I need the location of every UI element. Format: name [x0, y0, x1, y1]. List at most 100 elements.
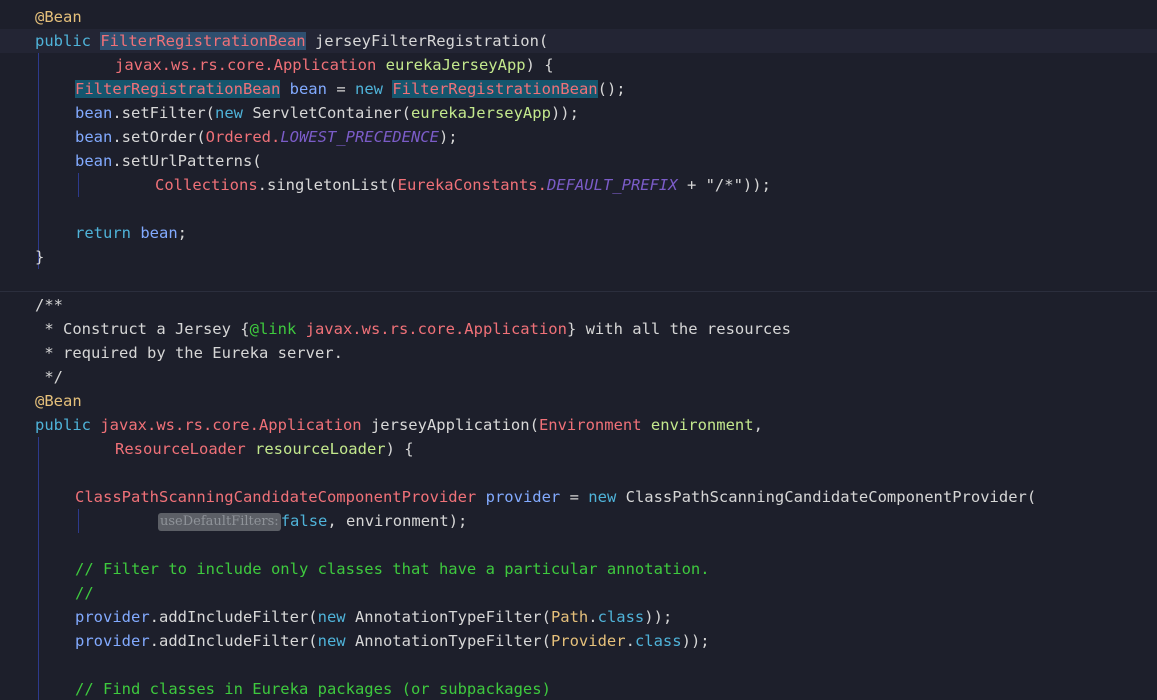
keyword: class: [634, 632, 682, 650]
code-text: Collections.singletonList(EurekaConstant…: [155, 173, 771, 197]
code-text: @Bean: [35, 5, 82, 29]
doc-comment: * Construct a Jersey {: [35, 320, 250, 338]
code-line[interactable]: @Bean: [0, 5, 1157, 29]
type-name: javax.ws.rs.core.Application: [115, 56, 377, 74]
doc-comment: } with all the resources: [566, 320, 791, 338]
punctuation: );: [438, 128, 458, 146]
code-text: bean.setOrder(Ordered.LOWEST_PRECEDENCE)…: [75, 125, 458, 149]
doc-comment: * required by the Eureka server.: [35, 344, 343, 362]
code-line[interactable]: }: [0, 245, 1157, 269]
variable: provider: [75, 632, 150, 650]
code-line[interactable]: bean.setUrlPatterns(: [0, 149, 1157, 173]
punctuation: ));: [550, 104, 579, 122]
code-text: */: [35, 365, 63, 389]
highlighted-type: FilterRegistrationBean: [392, 80, 598, 98]
punctuation: ,: [753, 416, 763, 434]
punctuation: ) {: [525, 56, 554, 74]
class-name: Collections: [155, 176, 258, 194]
code-line[interactable]: * Construct a Jersey {@link javax.ws.rs.…: [0, 317, 1157, 341]
code-line[interactable]: javax.ws.rs.core.Application eurekaJerse…: [0, 53, 1157, 77]
keyword: new: [317, 632, 355, 650]
type-name: javax.ws.rs.core.Application: [100, 416, 362, 434]
line-comment: // Find classes in Eureka packages (or s…: [75, 680, 551, 698]
code-line[interactable]: provider.addIncludeFilter(new Annotation…: [0, 629, 1157, 653]
code-line[interactable]: // Filter to include only classes that h…: [0, 557, 1157, 581]
method-separator: [0, 291, 1157, 292]
type-name: ResourceLoader: [115, 440, 246, 458]
code-line[interactable]: bean.setFilter(new ServletContainer(eure…: [0, 101, 1157, 125]
code-text: // Find classes in Eureka packages (or s…: [75, 677, 551, 700]
class-name: ServletContainer(: [252, 104, 411, 122]
param-name: environment: [641, 416, 754, 434]
method-call: .addIncludeFilter(: [149, 608, 318, 626]
line-comment: // Filter to include only classes that h…: [75, 560, 710, 578]
code-text: provider.addIncludeFilter(new Annotation…: [75, 605, 672, 629]
doc-tag: @link: [249, 320, 297, 338]
method-call: .setOrder(: [112, 128, 206, 146]
code-line[interactable]: //: [0, 581, 1157, 605]
code-editor[interactable]: @Bean public FilterRegistrationBean jers…: [0, 0, 1157, 700]
code-line[interactable]: provider.addIncludeFilter(new Annotation…: [0, 605, 1157, 629]
code-line-current[interactable]: public FilterRegistrationBean jerseyFilt…: [0, 29, 1157, 53]
annotation: @Bean: [35, 8, 82, 26]
code-text: return bean;: [75, 221, 187, 245]
method-call: .setUrlPatterns(: [112, 152, 262, 170]
line-comment: //: [75, 584, 94, 602]
param-name: eurekaJerseyApp: [376, 56, 526, 74]
type-name: ClassPathScanningCandidateComponentProvi…: [75, 488, 477, 506]
class-name: ClassPathScanningCandidateComponentProvi…: [625, 488, 1037, 506]
code-line[interactable]: public javax.ws.rs.core.Application jers…: [0, 413, 1157, 437]
annotation-name: Provider: [550, 632, 626, 650]
doc-link: javax.ws.rs.core.Application: [296, 320, 567, 338]
code-line[interactable]: FilterRegistrationBean bean = new Filter…: [0, 77, 1157, 101]
code-text: provider.addIncludeFilter(new Annotation…: [75, 629, 710, 653]
variable: bean: [75, 152, 113, 170]
punctuation: .: [625, 632, 635, 650]
class-name: Ordered.: [205, 128, 281, 146]
string-literal: + "/*"));: [677, 176, 771, 194]
code-text: /**: [35, 293, 63, 317]
code-text: ResourceLoader resourceLoader) {: [115, 437, 414, 461]
code-line[interactable]: * required by the Eureka server.: [0, 341, 1157, 365]
code-text: * Construct a Jersey {@link javax.ws.rs.…: [35, 317, 791, 341]
keyword: false: [280, 512, 328, 530]
keyword: new: [214, 104, 253, 122]
code-text: useDefaultFilters: false, environment);: [158, 509, 467, 533]
method-call: .addIncludeFilter(: [149, 632, 318, 650]
keyword: public: [35, 32, 101, 50]
code-line[interactable]: return bean;: [0, 221, 1157, 245]
code-text: * required by the Eureka server.: [35, 341, 343, 365]
constant: LOWEST_PRECEDENCE: [280, 128, 439, 146]
variable: bean: [75, 104, 113, 122]
punctuation: ));: [681, 632, 710, 650]
code-line[interactable]: Collections.singletonList(EurekaConstant…: [0, 173, 1157, 197]
punctuation: ;: [177, 224, 187, 242]
class-name: AnnotationTypeFilter(: [354, 632, 551, 650]
code-text: javax.ws.rs.core.Application eurekaJerse…: [115, 53, 554, 77]
code-line[interactable]: /**: [0, 293, 1157, 317]
code-line[interactable]: ResourceLoader resourceLoader) {: [0, 437, 1157, 461]
code-line[interactable]: bean.setOrder(Ordered.LOWEST_PRECEDENCE)…: [0, 125, 1157, 149]
code-line[interactable]: ClassPathScanningCandidateComponentProvi…: [0, 485, 1157, 509]
method-name: jerseyFilterRegistration(: [305, 32, 549, 50]
punctuation: , environment);: [327, 512, 468, 530]
punctuation: .: [588, 608, 598, 626]
code-line[interactable]: // Find classes in Eureka packages (or s…: [0, 677, 1157, 700]
annotation: @Bean: [35, 392, 82, 410]
code-line[interactable]: useDefaultFilters: false, environment);: [0, 509, 1157, 533]
keyword: new: [588, 488, 626, 506]
code-text: //: [75, 581, 94, 605]
parameter-hint: useDefaultFilters:: [158, 513, 281, 531]
type-name: Environment: [538, 416, 642, 434]
punctuation: ));: [644, 608, 673, 626]
code-text: @Bean: [35, 389, 82, 413]
param-name: eurekaJerseyApp: [410, 104, 551, 122]
code-line[interactable]: @Bean: [0, 389, 1157, 413]
variable: bean: [75, 128, 113, 146]
code-line[interactable]: */: [0, 365, 1157, 389]
param-name: resourceLoader: [245, 440, 386, 458]
punctuation: ();: [597, 80, 626, 98]
code-text: bean.setFilter(new ServletContainer(eure…: [75, 101, 579, 125]
method-call: .setFilter(: [112, 104, 215, 122]
class-name: EurekaConstants.: [397, 176, 547, 194]
